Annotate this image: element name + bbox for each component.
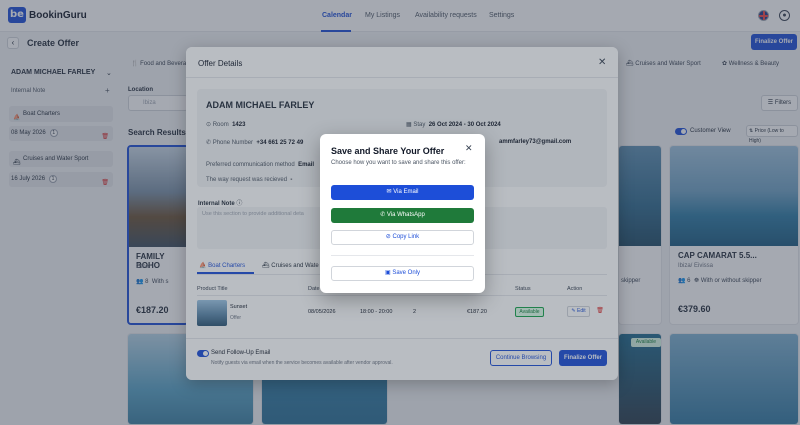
via-whatsapp-label: Via WhatsApp: [386, 212, 425, 218]
whatsapp-icon: ✆: [380, 212, 387, 218]
save-share-dialog: Save and Share Your Offer ✕ Choose how y…: [320, 134, 485, 293]
dialog-description: Choose how you want to save and share th…: [331, 160, 466, 166]
via-email-label: Via Email: [393, 189, 419, 195]
save-only-button[interactable]: ▣ Save Only: [331, 266, 474, 281]
dialog-title: Save and Share Your Offer: [331, 146, 445, 156]
copy-link-label: Copy Link: [392, 234, 420, 240]
link-icon: ⊘: [385, 234, 393, 240]
divider: [331, 255, 474, 256]
via-whatsapp-button[interactable]: ✆ Via WhatsApp: [331, 208, 474, 223]
via-email-button[interactable]: ✉ Via Email: [331, 185, 474, 200]
save-only-label: Save Only: [392, 270, 421, 276]
copy-link-button[interactable]: ⊘ Copy Link: [331, 230, 474, 245]
close-icon[interactable]: ✕: [465, 143, 473, 154]
